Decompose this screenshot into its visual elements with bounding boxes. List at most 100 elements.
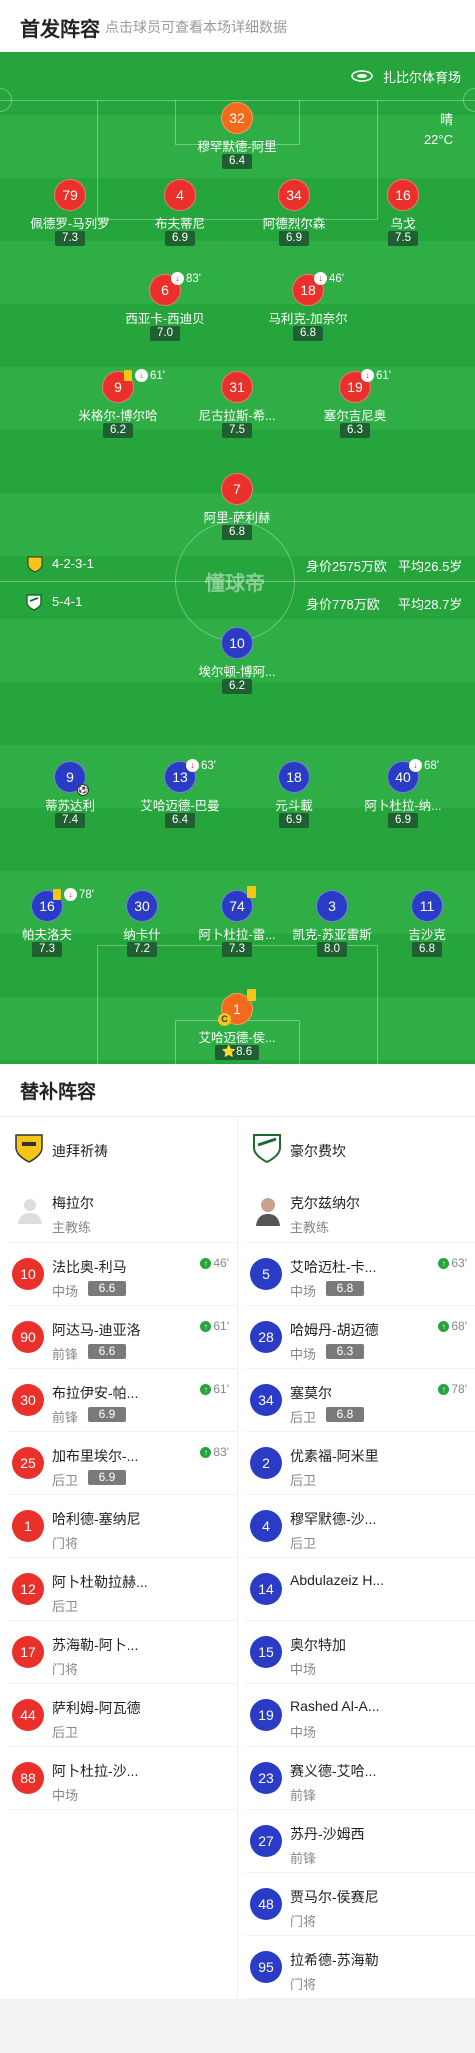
sub-on-minute: 68' <box>451 1319 467 1333</box>
sub-player-row[interactable]: 23 赛义德-艾哈... 前锋 <box>238 1747 475 1810</box>
sub-player-row[interactable]: 1 哈利德-塞纳尼 门将 <box>0 1495 237 1558</box>
sub-player-number: 28 <box>250 1321 282 1353</box>
sub-minute: 46' <box>329 272 344 285</box>
player-rating: 6.8 <box>412 942 442 957</box>
sub-event: ↓ 68' <box>409 759 439 772</box>
sub-player-number: 14 <box>250 1573 282 1605</box>
player-rating: ⭐8.6 <box>215 1045 259 1060</box>
sub-player-row[interactable]: 25 加布里埃尔-... 后卫 6.9 ↑ 83' <box>0 1432 237 1495</box>
sub-player-row[interactable]: 12 阿卜杜勒拉赫... 后卫 <box>0 1558 237 1621</box>
sub-player-position: 后卫 <box>52 1725 79 1740</box>
sub-player-row[interactable]: 10 法比奥-利马 中场 6.6 ↑ 46' <box>0 1243 237 1306</box>
sub-minute: 61' <box>376 369 391 382</box>
yellow-card-icon <box>124 370 132 381</box>
sub-on-minute: 61' <box>213 1319 229 1333</box>
sub-player-name: 优素福-阿米里 <box>290 1448 379 1464</box>
sub-player-row[interactable]: 48 贾马尔-侯赛尼 门将 <box>238 1873 475 1936</box>
sub-player-row[interactable]: 17 苏海勒-阿卜... 门将 <box>0 1621 237 1684</box>
sub-player-row[interactable]: 19 Rashed Al-A... 中场 <box>238 1684 475 1747</box>
sub-player-number: 19 <box>250 1699 282 1731</box>
sub-player-row[interactable]: 44 萨利姆-阿瓦德 后卫 <box>0 1684 237 1747</box>
sub-off-icon: ↓ <box>361 369 374 382</box>
player-name: 阿卜杜拉-纳... <box>364 799 442 813</box>
sub-player-row[interactable]: 5 艾哈迈杜-卡... 中场 6.8 ↑ 63' <box>238 1243 475 1306</box>
sub-player-number: 12 <box>12 1573 44 1605</box>
sub-player-number: 15 <box>250 1636 282 1668</box>
away-subs-column: 豪尔费坎 克尔兹纳尔 主教练 5 艾哈迈杜-卡... 中场 6.8 ↑ 63' 28 哈姆丹-… <box>238 1117 475 1999</box>
player-rating: 7.0 <box>150 326 180 341</box>
sub-player-name: 艾哈迈杜-卡... <box>290 1259 377 1275</box>
sub-player-row[interactable]: 27 苏丹-沙姆西 前锋 <box>238 1810 475 1873</box>
sub-on-minute: 63' <box>451 1256 467 1270</box>
coach-role: 主教练 <box>52 1220 92 1235</box>
sub-player-row[interactable]: 15 奥尔特加 中场 <box>238 1621 475 1684</box>
sub-player-name: 穆罕默德-沙... <box>290 1511 377 1527</box>
away-team-badge-icon <box>26 594 42 611</box>
sub-off-icon: ↓ <box>314 272 327 285</box>
sub-player-name: 哈利德-塞纳尼 <box>52 1511 141 1527</box>
team-row: 迪拜祈祷 <box>0 1117 237 1180</box>
coach-row[interactable]: 梅拉尔 主教练 <box>0 1180 237 1243</box>
home-team-logo-icon <box>15 1134 43 1163</box>
sub-minute: 83' <box>186 272 201 285</box>
sub-player-position: 中场 <box>290 1347 317 1362</box>
sub-player-row[interactable]: 95 拉希德-苏海勒 门将 <box>238 1936 475 1999</box>
player-rating: 6.9 <box>279 231 309 246</box>
player-rating: 6.2 <box>103 423 133 438</box>
sub-player-position: 前锋 <box>52 1347 79 1362</box>
sub-off-icon: ↓ <box>64 888 77 901</box>
card-sub-event: ↓ 61' <box>124 369 165 382</box>
sub-player-number: 2 <box>250 1447 282 1479</box>
coach-name: 梅拉尔 <box>52 1195 94 1211</box>
away-avg-age: 平均28.7岁 <box>398 597 463 612</box>
divider <box>8 1809 237 1810</box>
sub-on-icon: ↑ <box>200 1446 212 1458</box>
sub-player-row[interactable]: 30 布拉伊安-帕... 前锋 6.9 ↑ 61' <box>0 1369 237 1432</box>
team-name: 迪拜祈祷 <box>52 1143 108 1159</box>
sub-player-name: 苏海勒-阿卜... <box>52 1637 139 1653</box>
venue: 扎比尔体育场 <box>351 66 461 86</box>
subs-section: 替补阵容 迪拜祈祷 梅拉尔 主教练 10 法比奥-利马 中场 6.6 ↑ 46' 90 阿达马… <box>0 1064 475 1999</box>
sub-player-number: 44 <box>12 1699 44 1731</box>
sub-event: ↓ 63' <box>186 759 216 772</box>
sub-player-row[interactable]: 14 Abdulazeiz H... <box>238 1558 475 1621</box>
sub-player-row[interactable]: 4 穆罕默德-沙... 后卫 <box>238 1495 475 1558</box>
sub-player-number: 88 <box>12 1762 44 1794</box>
player-number: 7 <box>221 473 253 505</box>
sub-player-row[interactable]: 28 哈姆丹-胡迈德 中场 6.3 ↑ 68' <box>238 1306 475 1369</box>
sub-player-row[interactable]: 90 阿达马-迪亚洛 前锋 6.6 ↑ 61' <box>0 1306 237 1369</box>
player-name: 佩德罗-马列罗 <box>30 217 110 231</box>
sub-on-minute: 78' <box>451 1382 467 1396</box>
pitch: 扎比尔体育场 晴 22°C 懂球帝 4-2-3-1 身价2575万欧 平均26.… <box>0 52 475 1064</box>
sub-on-event: ↑ 61' <box>200 1319 229 1333</box>
sub-player-position: 前锋 <box>52 1410 79 1425</box>
sub-player-position: 前锋 <box>290 1788 317 1803</box>
player-number: 32 <box>221 102 253 134</box>
subs-title: 替补阵容 <box>20 1082 97 1103</box>
sub-on-event: ↑ 46' <box>200 1256 229 1270</box>
star-icon: ⭐ <box>221 1046 237 1058</box>
player-rating: 7.5 <box>388 231 418 246</box>
sub-player-rating: 6.9 <box>88 1407 126 1422</box>
sub-on-minute: 46' <box>213 1256 229 1270</box>
sub-player-row[interactable]: 34 塞莫尔 后卫 6.8 ↑ 78' <box>238 1369 475 1432</box>
coach-row[interactable]: 克尔兹纳尔 主教练 <box>238 1180 475 1243</box>
sub-event: ↓ 61' <box>361 369 391 382</box>
sub-player-position: 后卫 <box>52 1599 79 1614</box>
sub-player-number: 90 <box>12 1321 44 1353</box>
sub-on-minute: 61' <box>213 1382 229 1396</box>
player-rating: 8.0 <box>317 942 347 957</box>
player-rating-value: 8.6 <box>236 1046 253 1058</box>
sub-player-number: 27 <box>250 1825 282 1857</box>
player-rating: 6.8 <box>222 525 252 540</box>
player-name: 乌戈 <box>390 217 416 231</box>
player-name: 马利克-加奈尔 <box>268 312 348 326</box>
player-rating: 7.3 <box>32 942 62 957</box>
home-formation: 4-2-3-1 <box>52 556 94 571</box>
player-name: 艾哈迈德-侯... <box>198 1031 276 1045</box>
sub-player-row[interactable]: 88 阿卜杜拉-沙... 中场 <box>0 1747 237 1810</box>
stadium-icon <box>351 70 373 82</box>
sub-player-row[interactable]: 2 优素福-阿米里 后卫 <box>238 1432 475 1495</box>
sub-on-event: ↑ 63' <box>438 1256 467 1270</box>
home-avg-age: 平均26.5岁 <box>398 559 463 574</box>
